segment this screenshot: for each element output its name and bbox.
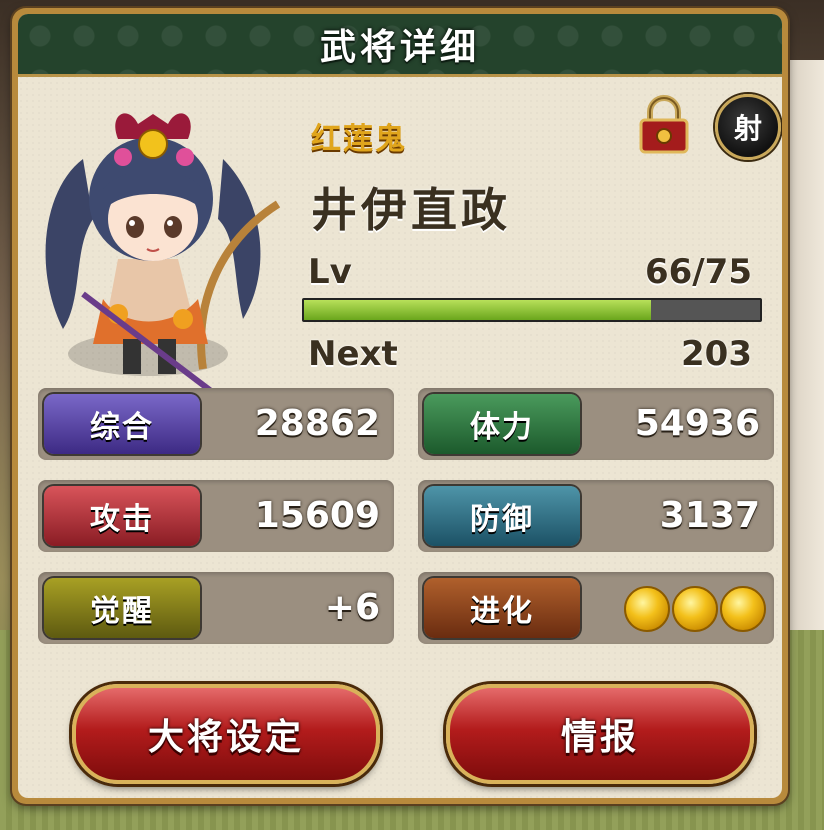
stat-stamina-label: 体力 <box>424 394 580 454</box>
stat-attack-label: 攻击 <box>44 486 200 546</box>
evolve-star-icon <box>624 586 670 632</box>
evolve-star-icon <box>672 586 718 632</box>
panel-body: 武将详细 红莲鬼 井伊直政 射 Lv 66/75 Next 203 综合 288… <box>18 14 782 798</box>
character-portrait[interactable] <box>23 69 303 399</box>
background-shoji <box>784 60 824 700</box>
next-value: 203 <box>681 334 752 374</box>
general-subtitle: 红莲鬼 <box>311 122 407 157</box>
stat-attack: 攻击 15609 <box>38 480 394 552</box>
stat-awaken-label: 觉醒 <box>44 578 200 638</box>
set-leader-button[interactable]: 大将设定 <box>72 684 380 784</box>
page-title: 武将详细 <box>319 27 480 68</box>
stat-stamina-value: 54936 <box>634 403 760 444</box>
evolve-stars <box>624 586 766 632</box>
stat-attack-value: 15609 <box>254 495 380 536</box>
stat-stamina: 体力 54936 <box>418 388 774 460</box>
stat-awaken-value: +6 <box>324 587 380 628</box>
info-button[interactable]: 情报 <box>446 684 754 784</box>
stat-total: 综合 28862 <box>38 388 394 460</box>
lock-icon[interactable] <box>638 94 690 154</box>
level-label: Lv <box>308 252 352 292</box>
evolve-star-icon <box>720 586 766 632</box>
experience-bar-fill <box>304 300 651 320</box>
bow-class-icon: 射 <box>715 94 781 160</box>
stat-total-label: 综合 <box>44 394 200 454</box>
stat-awaken: 觉醒 +6 <box>38 572 394 644</box>
stat-total-value: 28862 <box>254 403 380 444</box>
level-value: 66/75 <box>644 252 752 292</box>
title-bar: 武将详细 <box>18 14 782 77</box>
stat-defense: 防御 3137 <box>418 480 774 552</box>
stat-defense-value: 3137 <box>659 495 760 536</box>
stat-evolve: 进化 <box>418 572 774 644</box>
stat-evolve-label: 进化 <box>424 578 580 638</box>
next-label: Next <box>308 334 398 374</box>
general-detail-panel: 武将详细 红莲鬼 井伊直政 射 Lv 66/75 Next 203 综合 288… <box>12 8 788 804</box>
experience-bar <box>302 298 762 322</box>
stat-defense-label: 防御 <box>424 486 580 546</box>
general-name: 井伊直政 <box>311 183 511 237</box>
